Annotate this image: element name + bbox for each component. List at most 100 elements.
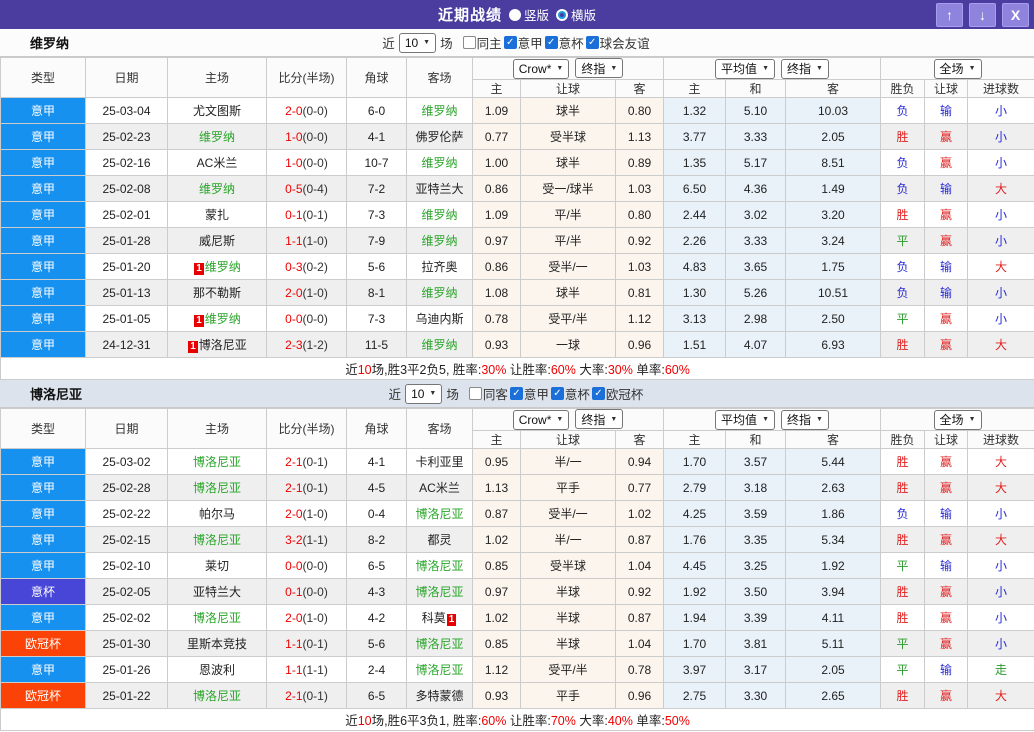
match-type-badge: 意甲	[0, 201, 86, 228]
radio-vertical-option[interactable]: 竖版	[508, 5, 549, 24]
odds-dropdowns: Crow* ▼ 终指 ▼	[472, 408, 664, 431]
odds-final-select[interactable]: 终指 ▼	[575, 409, 624, 430]
close-button[interactable]: X	[1002, 3, 1029, 27]
avg-home: 1.35	[663, 149, 726, 176]
col-header-3: 比分(半场)	[266, 57, 347, 98]
match-score: 1-1(1-0)	[266, 227, 347, 254]
match-score: 3-2(1-1)	[266, 526, 347, 553]
scope-dropdown: 全场 ▼	[880, 408, 1034, 431]
col-header-2: 主场	[167, 408, 267, 449]
avg-draw: 3.39	[725, 604, 786, 631]
avg-source-select[interactable]: 平均值 ▼	[715, 409, 775, 430]
chevron-down-icon: ▼	[762, 65, 769, 72]
result-goals: 大	[967, 474, 1034, 501]
odds-final-select[interactable]: 终指 ▼	[575, 58, 624, 79]
away-team: 维罗纳	[406, 97, 473, 124]
corner-score: 6-5	[346, 682, 407, 709]
match-score: 0-1(0-0)	[266, 578, 347, 605]
header-dropdown-row: 类型 日期 主场 比分(半场) 角球 客场 Crow* ▼ 终指 ▼ 平均值 ▼ 终指 ▼ 全场 ▼	[0, 408, 1034, 449]
odds-away: 1.13	[615, 123, 664, 150]
filter-checkbox[interactable]: 同客	[468, 384, 508, 403]
recent-count-select[interactable]: 10 ▼	[398, 32, 437, 53]
radio-horizontal-option[interactable]: 横版	[556, 5, 596, 24]
table-row: 意甲 25-01-20 1 维罗纳 0-3(0-2) 5-6 拉齐奥 0.86 受半/一 1.03…	[0, 253, 1034, 280]
avg-home: 3.13	[663, 305, 726, 332]
home-team: 博洛尼亚	[167, 604, 267, 631]
result-goals: 小	[967, 552, 1034, 579]
fulltime-score: 2-0	[285, 103, 303, 118]
move-up-button[interactable]: ↑	[936, 3, 963, 27]
scope-select[interactable]: 全场 ▼	[933, 58, 982, 79]
table-row: 意甲 25-01-13 那不勒斯 2-0(1-0) 8-1 维罗纳 1.08 球半 0.81 1.…	[0, 279, 1034, 306]
odds-source-select[interactable]: Crow* ▼	[512, 58, 570, 79]
match-type-badge: 意甲	[0, 279, 86, 306]
sub-header-odds: 主	[472, 430, 521, 449]
scope-select[interactable]: 全场 ▼	[933, 409, 982, 430]
avg-draw: 3.02	[725, 201, 786, 228]
team-label: 维罗纳	[421, 338, 458, 352]
team-label: 帕尔马	[198, 507, 235, 521]
sub-header-result: 让球	[924, 430, 969, 449]
odds-home: 0.93	[472, 682, 521, 709]
corner-score: 7-2	[346, 175, 407, 202]
match-score: 2-1(0-1)	[266, 474, 347, 501]
away-team: 维罗纳	[406, 149, 473, 176]
team-label: 维罗纳	[204, 260, 241, 274]
odds-handicap: 球半	[520, 149, 616, 176]
summary-segment: 30%	[481, 363, 507, 377]
fulltime-score: 1-1	[285, 233, 303, 248]
table-row: 意甲 25-01-26 恩波利 1-1(1-1) 2-4 博洛尼亚 1.12 受平/半 0.78…	[0, 656, 1034, 683]
odds-home: 0.77	[472, 123, 521, 150]
checkbox-label: 欧冠杯	[605, 388, 644, 402]
result-outcome: 平	[880, 227, 926, 254]
odds-source-select[interactable]: Crow* ▼	[512, 409, 570, 430]
filter-checkbox[interactable]: ✓ 意杯	[544, 33, 584, 52]
team-label: 莱切	[204, 559, 229, 573]
sub-header-result: 进球数	[967, 79, 1034, 98]
avg-final-select[interactable]: 终指 ▼	[781, 58, 829, 79]
match-date: 25-02-01	[85, 201, 168, 228]
match-score: 2-1(0-1)	[266, 448, 347, 475]
match-type-badge: 意甲	[0, 448, 86, 475]
result-goals: 小	[967, 97, 1034, 124]
avg-source-select[interactable]: 平均值 ▼	[715, 58, 775, 79]
sub-header-result: 胜负	[880, 430, 926, 449]
match-score: 0-0(0-0)	[266, 305, 347, 332]
filter-checkbox[interactable]: ✓ 欧冠杯	[591, 384, 644, 403]
odds-home: 0.78	[472, 305, 521, 332]
filter-checkbox[interactable]: 同主	[462, 33, 502, 52]
halftime-score: (1-0)	[302, 610, 328, 625]
recent-count-select[interactable]: 10 ▼	[405, 383, 443, 404]
avg-final-select[interactable]: 终指 ▼	[781, 409, 829, 430]
odds-home: 0.85	[472, 630, 521, 657]
avg-draw: 3.57	[725, 448, 786, 475]
team-label: AC米兰	[419, 481, 460, 495]
avg-draw: 3.33	[725, 227, 786, 254]
away-team: 亚特兰大	[406, 175, 473, 202]
select-value: 全场	[939, 62, 964, 76]
sub-header-avg: 和	[725, 79, 786, 98]
away-team: 博洛尼亚	[406, 500, 473, 527]
corner-score: 5-6	[346, 630, 407, 657]
away-team: 拉齐奥	[406, 253, 473, 280]
odds-home: 1.08	[472, 279, 521, 306]
avg-home: 1.76	[663, 526, 726, 553]
filter-checkbox[interactable]: ✓ 意甲	[503, 33, 543, 52]
result-outcome: 胜	[880, 604, 926, 631]
radio-unselected-icon	[556, 8, 568, 21]
result-goals: 大	[967, 253, 1034, 280]
filter-checkbox[interactable]: ✓ 意杯	[550, 384, 590, 403]
result-outcome: 胜	[880, 201, 926, 228]
move-down-button[interactable]: ↓	[969, 3, 996, 27]
halftime-score: (1-0)	[302, 233, 328, 248]
match-type-badge: 意甲	[0, 253, 86, 280]
filter-checkbox[interactable]: ✓ 意甲	[509, 384, 549, 403]
avg-draw: 3.59	[725, 500, 786, 527]
table-row: 意甲 25-03-04 尤文图斯 2-0(0-0) 6-0 维罗纳 1.09 球半 0.80 1.…	[0, 97, 1034, 124]
odds-home: 0.95	[472, 448, 521, 475]
team-label: 科莫	[421, 611, 446, 625]
odds-handicap: 半球	[520, 578, 616, 605]
summary-segment: 60%	[664, 363, 690, 377]
table-row: 意甲 25-02-02 博洛尼亚 2-0(1-0) 4-2 科莫 1 1.02 半球 0.87 1.…	[0, 604, 1034, 631]
filter-checkbox[interactable]: ✓ 球会友谊	[585, 33, 650, 52]
